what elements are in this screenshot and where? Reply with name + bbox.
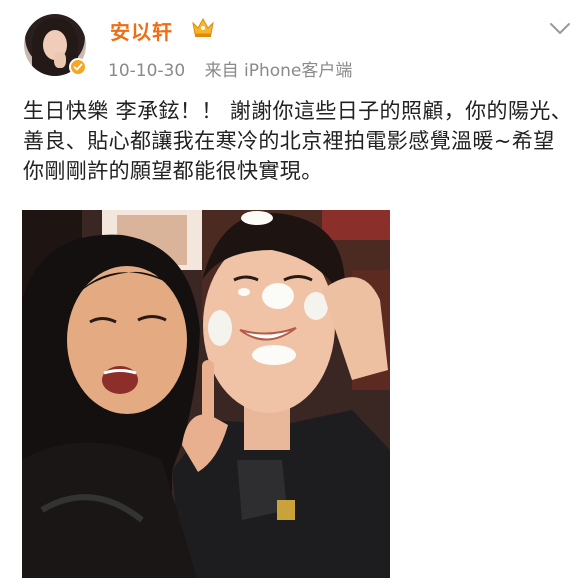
verified-badge-icon — [69, 58, 87, 76]
post-text: 生日快樂 李承鉉！！ 謝謝你這些日子的照顧，你的陽光、善良、貼心都讓我在寒冷的北… — [23, 99, 573, 183]
post-source[interactable]: 来自 iPhone客户端 — [205, 61, 353, 81]
crown-icon — [192, 17, 214, 37]
weibo-post: 安以轩 10-10-30 来自 iPhone客户端 生日快樂 李承鉉！！ 謝謝你… — [0, 0, 585, 587]
post-timestamp: 10-10-30 — [108, 61, 186, 81]
chevron-down-icon[interactable] — [549, 22, 571, 36]
post-meta: 10-10-30 来自 iPhone客户端 — [108, 56, 352, 81]
post-photo[interactable] — [22, 210, 390, 578]
username[interactable]: 安以轩 — [110, 16, 173, 45]
avatar-hand — [54, 52, 66, 68]
